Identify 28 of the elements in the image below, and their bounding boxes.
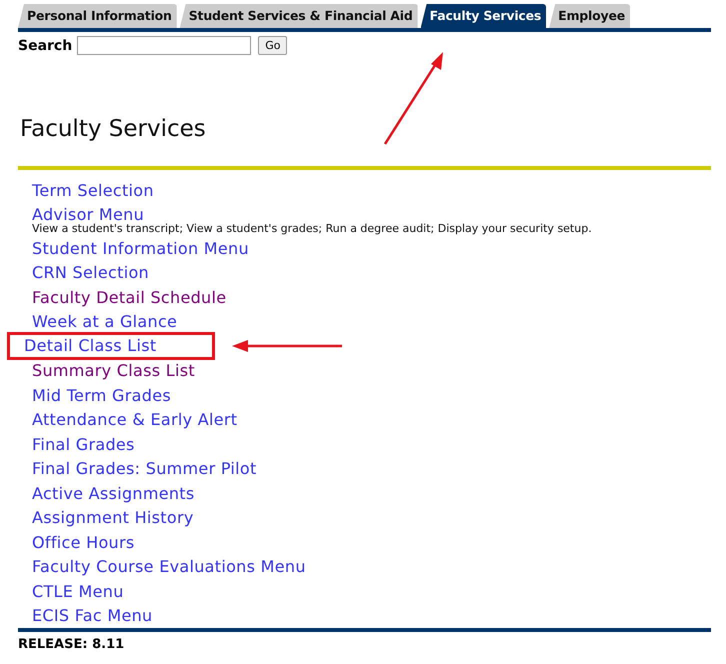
menu-link[interactable]: Week at a Glance — [32, 312, 178, 332]
menu-link[interactable]: Office Hours — [32, 532, 135, 552]
menu-link[interactable]: Active Assignments — [32, 484, 195, 503]
menu-link[interactable]: Faculty Detail Schedule — [32, 288, 226, 307]
menu-link[interactable]: CTLE Menu — [32, 582, 124, 601]
menu-link[interactable]: ECIS Fac Menu — [32, 606, 152, 626]
menu-link[interactable]: Student Information Menu — [32, 238, 249, 258]
nav-tab[interactable]: Faculty Services — [420, 4, 546, 28]
menu-link[interactable]: Advisor Menu — [32, 205, 144, 224]
menu-link[interactable]: Mid Term Grades — [32, 386, 171, 405]
menu-link[interactable]: Attendance & Early Alert — [32, 410, 238, 430]
menu-link[interactable]: Assignment History — [32, 508, 194, 528]
go-button[interactable]: Go — [258, 36, 288, 55]
page-title: Faculty Services — [20, 116, 207, 142]
menu-link[interactable]: Faculty Course Evaluations Menu — [32, 557, 306, 576]
nav-tab[interactable]: Employee — [549, 4, 630, 28]
nav-tab[interactable]: Personal Information — [18, 4, 177, 28]
menu-link[interactable]: Term Selection — [32, 180, 154, 200]
release-version: RELEASE: 8.11 — [18, 637, 126, 652]
menu-link[interactable]: Final Grades: Summer Pilot — [32, 459, 257, 478]
menu-link[interactable]: Summary Class List — [32, 361, 195, 380]
menu-link[interactable]: CRN Selection — [32, 263, 149, 282]
search-label: Search — [18, 38, 72, 54]
search-field[interactable] — [77, 36, 252, 55]
menu-description: View a student's transcript; View a student's grades; Run a degree audit; Display your security setup. — [32, 222, 593, 236]
nav-tab[interactable]: Student Services & Financial Aid — [180, 4, 418, 28]
menu-link[interactable]: Detail Class List — [10, 335, 212, 358]
menu-link[interactable]: Final Grades — [32, 434, 135, 454]
